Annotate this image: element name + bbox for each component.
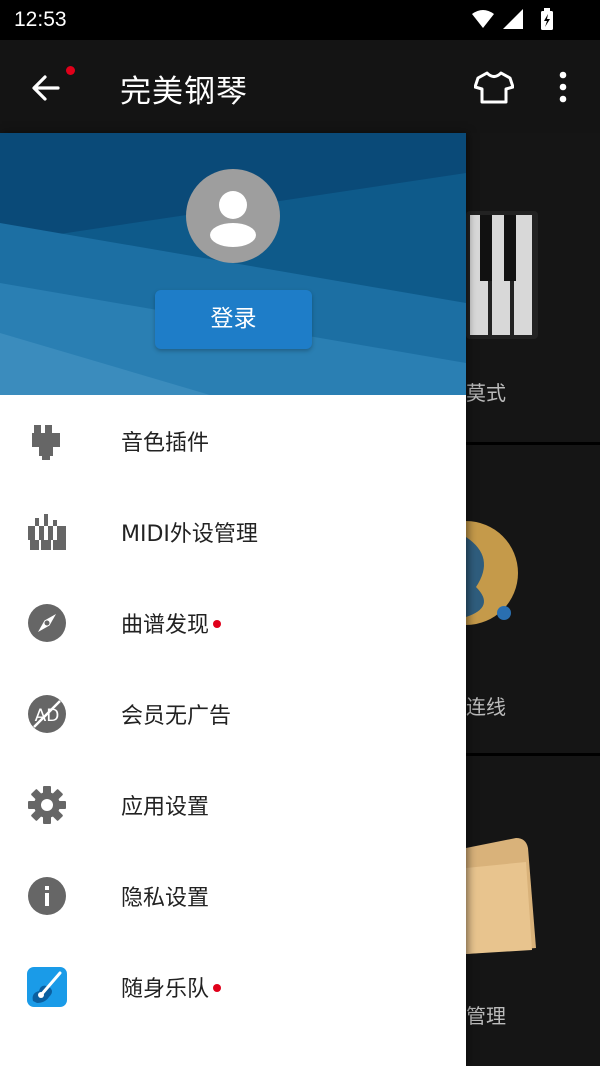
new-badge-dot bbox=[213, 984, 222, 992]
status-bar: 12:53 bbox=[0, 0, 600, 40]
app-bar: 完美钢琴 bbox=[0, 40, 600, 133]
tshirt-icon[interactable] bbox=[474, 70, 514, 104]
menu-label: 会员无广告 bbox=[121, 704, 232, 729]
midi-keyboard-icon bbox=[28, 514, 66, 550]
menu-label: 应用设置 bbox=[121, 795, 210, 820]
page-title: 完美钢琴 bbox=[120, 74, 248, 110]
menu-label: 音色插件 bbox=[121, 431, 210, 456]
mode-card[interactable]: 莫式 bbox=[466, 133, 600, 442]
folder-image bbox=[466, 838, 536, 954]
plugin-icon bbox=[32, 425, 60, 460]
menu-item-vip-no-ads[interactable]: AD 会员无广告 bbox=[0, 668, 466, 759]
login-button[interactable]: 登录 bbox=[155, 290, 312, 349]
status-time: 12:53 bbox=[14, 8, 67, 31]
card-label: 连线 bbox=[466, 695, 506, 719]
navigation-drawer: 登录 音色插件 MIDI外设管理 曲谱发现 AD 会员无广告 应用设置 隐私设置… bbox=[0, 133, 466, 1066]
battery-icon bbox=[541, 8, 553, 30]
menu-label: MIDI外设管理 bbox=[121, 522, 258, 547]
drawer-header: 登录 bbox=[0, 133, 466, 395]
menu-item-pocket-band[interactable]: 随身乐队 bbox=[0, 941, 466, 1032]
menu-item-midi-devices[interactable]: MIDI外设管理 bbox=[0, 486, 466, 577]
menu-item-discover-scores[interactable]: 曲谱发现 bbox=[0, 577, 466, 668]
menu-label: 曲谱发现 bbox=[121, 607, 222, 639]
arrow-left-icon[interactable] bbox=[28, 70, 64, 106]
no-ad-icon: AD bbox=[28, 695, 66, 733]
notification-dot bbox=[66, 66, 75, 75]
gear-icon bbox=[28, 786, 66, 824]
menu-item-sound-plugins[interactable]: 音色插件 bbox=[0, 395, 466, 486]
user-avatar-icon bbox=[210, 191, 256, 247]
menu-item-privacy-settings[interactable]: 隐私设置 bbox=[0, 850, 466, 941]
main-content-behind-drawer: 莫式 连线 管理 bbox=[466, 133, 600, 1066]
info-icon bbox=[28, 877, 66, 915]
card-label: 管理 bbox=[466, 1004, 506, 1028]
guitar-app-icon bbox=[27, 967, 67, 1007]
card-label: 莫式 bbox=[466, 381, 506, 405]
more-vert-icon[interactable] bbox=[553, 70, 573, 104]
manage-card[interactable]: 管理 bbox=[466, 756, 600, 1066]
menu-item-app-settings[interactable]: 应用设置 bbox=[0, 759, 466, 850]
menu-label: 隐私设置 bbox=[121, 886, 210, 911]
online-card[interactable]: 连线 bbox=[466, 445, 600, 753]
new-badge-dot bbox=[213, 620, 222, 628]
wifi-icon bbox=[472, 10, 494, 28]
compass-icon bbox=[28, 604, 66, 642]
signal-icon bbox=[503, 9, 523, 29]
piano-keys-image bbox=[466, 211, 538, 339]
avatar[interactable] bbox=[186, 169, 280, 263]
status-icons bbox=[472, 8, 553, 30]
menu-label: 随身乐队 bbox=[121, 971, 222, 1003]
globe-image bbox=[466, 521, 518, 625]
